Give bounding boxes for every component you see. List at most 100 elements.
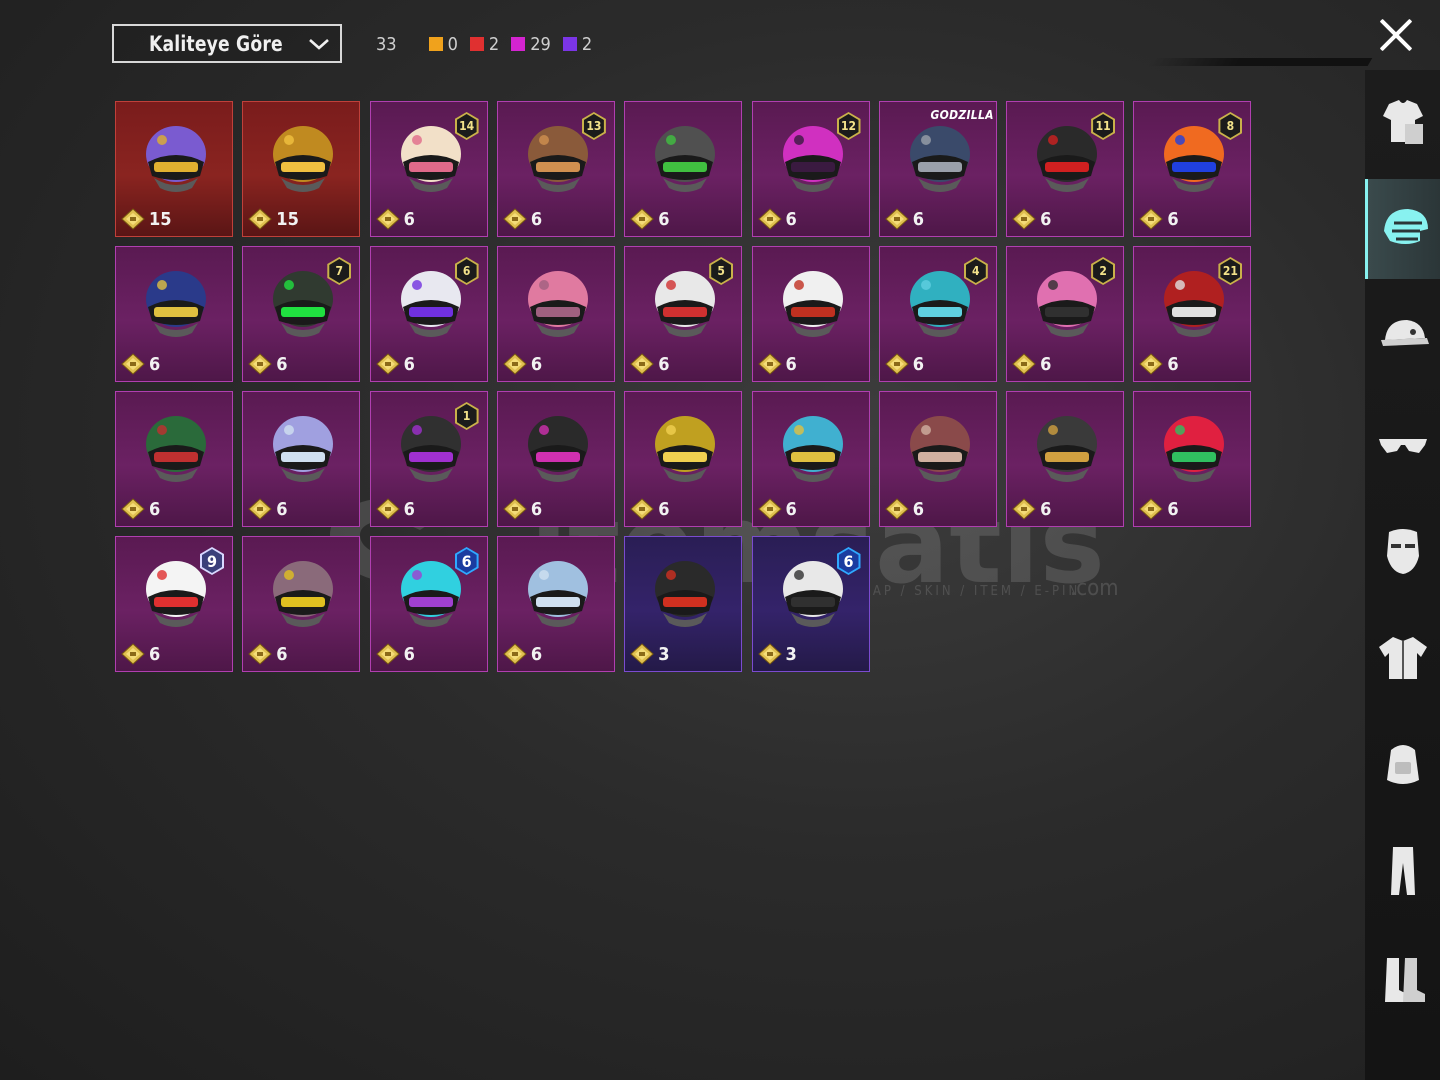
sort-dropdown[interactable]: Kaliteye Göre (112, 24, 342, 63)
item-cost-value: 6 (149, 353, 161, 375)
inventory-item-card[interactable]: 6 (878, 391, 997, 527)
inventory-item-card[interactable]: 16 (369, 391, 488, 527)
helmet-icon (909, 416, 970, 482)
item-cost: 6 (1012, 498, 1051, 520)
level-badge-number: 7 (329, 259, 350, 283)
coin-icon (248, 208, 273, 230)
inventory-item-card[interactable]: 6 (751, 391, 870, 527)
sidebar-item-glasses[interactable] (1365, 393, 1440, 493)
coin-icon (885, 498, 909, 520)
coin-icon (1012, 353, 1036, 375)
item-cost-value: 3 (658, 643, 670, 665)
item-cost-value: 6 (530, 643, 543, 665)
item-cost-value: 6 (912, 353, 925, 375)
inventory-item-card[interactable]: 15 (115, 101, 233, 237)
helmet-icon (146, 271, 206, 337)
sidebar-item-helmet[interactable] (1365, 179, 1440, 279)
inventory-item-card[interactable]: 3 (624, 536, 743, 672)
inventory-item-card[interactable]: 6 (496, 391, 615, 527)
helmet-icon (527, 416, 588, 482)
item-cost: 6 (503, 208, 542, 230)
inventory-item-card[interactable]: 14 6 (369, 101, 488, 237)
inventory-item-card[interactable]: 21 6 (1133, 246, 1252, 382)
item-cost: 6 (630, 498, 669, 520)
helmet-icon (146, 416, 206, 482)
inventory-item-card[interactable]: 46 (878, 246, 997, 382)
inventory-item-card[interactable]: 13 6 (496, 101, 615, 237)
inventory-item-card[interactable]: 6 (115, 391, 233, 527)
inventory-item-card[interactable]: 6 (496, 536, 615, 672)
sort-dropdown-label: Kaliteye Göre (149, 31, 283, 56)
helmet-icon (1384, 209, 1428, 244)
sidebar-item-pants[interactable] (1365, 821, 1440, 921)
inventory-item-card[interactable]: 6 (751, 246, 870, 382)
sidebar-item-mask[interactable] (1365, 500, 1440, 600)
inventory-item-card[interactable]: 76 (242, 246, 361, 382)
inventory-item-card[interactable]: 6 (496, 246, 615, 382)
item-cost: 6 (248, 498, 288, 520)
item-cost-value: 6 (912, 208, 925, 230)
level-badge-number: 1 (456, 404, 477, 428)
item-cost: 3 (757, 643, 797, 665)
sidebar-item-backpack[interactable] (1365, 714, 1440, 814)
red-rarity-count: 2 (488, 33, 500, 55)
item-cost-value: 6 (403, 208, 415, 230)
helmet-icon (655, 416, 716, 482)
coin-icon (503, 498, 527, 520)
inventory-item-card[interactable]: 6 (242, 391, 361, 527)
inventory-item-card[interactable]: 6 (1133, 391, 1252, 527)
inventory-item-card[interactable]: 12 6 (751, 101, 870, 237)
helmet-icon (146, 126, 206, 192)
helmet-icon (782, 271, 843, 337)
coin-icon (885, 208, 909, 230)
inventory-item-card[interactable]: 56 (624, 246, 743, 382)
coin-icon (503, 353, 527, 375)
item-cost-value: 15 (149, 208, 172, 230)
coin-icon (503, 643, 527, 665)
inventory-item-card[interactable]: 6 (624, 391, 743, 527)
level-badge-number: 12 (838, 114, 859, 138)
item-cost: 6 (121, 498, 160, 520)
inventory-item-card[interactable]: GODZILLA 6 (878, 101, 997, 237)
inventory-item-card[interactable]: 6 (1006, 391, 1125, 527)
inventory-item-card[interactable]: 86 (1133, 101, 1252, 237)
sidebar-item-jacket[interactable] (1365, 607, 1440, 707)
pink-rarity-swatch (511, 37, 526, 51)
item-cost: 6 (375, 353, 415, 375)
boots-icon (1384, 958, 1425, 1002)
total-count: 33 (376, 33, 397, 55)
sidebar-item-outfit[interactable] (1365, 72, 1440, 172)
item-cost-value: 6 (403, 353, 415, 375)
inventory-item-card[interactable]: 6 (624, 101, 743, 237)
inventory-item-card[interactable]: 15 (242, 101, 361, 237)
sidebar-item-cap[interactable] (1365, 286, 1440, 386)
item-cost: 6 (248, 353, 288, 375)
inventory-item-card[interactable]: 11 6 (1006, 101, 1125, 237)
item-cost: 6 (1139, 498, 1179, 520)
pink-rarity-count: 29 (530, 33, 551, 55)
item-brand-label: GODZILLA (930, 108, 994, 122)
inventory-item-card[interactable]: 6 (115, 246, 233, 382)
item-cost: 6 (630, 353, 669, 375)
inventory-item-card[interactable]: 66 (369, 536, 488, 672)
inventory-item-card[interactable]: 26 (1006, 246, 1125, 382)
level-badge-number: 6 (456, 259, 477, 283)
inventory-item-card[interactable]: 63 (751, 536, 870, 672)
helmet-icon (273, 416, 334, 482)
level-badge-number: 6 (838, 549, 859, 573)
red-rarity-swatch (469, 37, 484, 51)
close-icon[interactable] (1377, 16, 1415, 54)
helmet-icon (1037, 416, 1098, 482)
coin-icon (630, 208, 654, 230)
item-cost-value: 6 (658, 498, 670, 520)
inventory-item-card[interactable]: 66 (369, 246, 488, 382)
inventory-item-card[interactable]: 96 (115, 536, 233, 672)
sidebar-item-boots[interactable] (1365, 928, 1440, 1028)
item-cost: 6 (1012, 353, 1051, 375)
item-cost-value: 6 (530, 208, 543, 230)
inventory-item-card[interactable]: 6 (242, 536, 361, 672)
item-cost: 3 (630, 643, 669, 665)
level-badge-number: 9 (202, 549, 222, 573)
item-cost-value: 6 (912, 498, 925, 520)
level-badge-number: 5 (711, 259, 732, 283)
